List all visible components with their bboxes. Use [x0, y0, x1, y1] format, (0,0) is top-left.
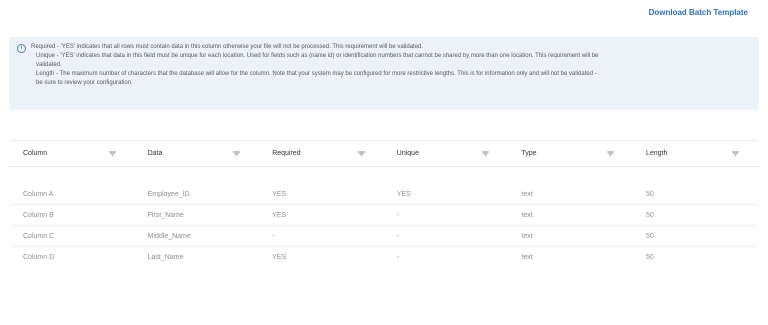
filter-icon[interactable]	[357, 151, 365, 157]
table-header-row: Column Data Required Unique Type Length	[10, 140, 758, 167]
cell-column: Column B	[23, 211, 54, 219]
info-unique-text-cont: validated.	[36, 62, 62, 68]
info-length-text: Length - The maximum number of character…	[36, 71, 597, 77]
cell-data: Last_Name	[147, 254, 184, 261]
header-length: Length	[633, 141, 758, 166]
batch-columns-table: Column Data Required Unique Type Length …	[10, 140, 758, 268]
filter-icon[interactable]	[731, 151, 739, 157]
cell-column: Column C	[23, 232, 55, 240]
header-unique: Unique	[384, 141, 509, 166]
cell-required: -	[272, 232, 275, 240]
cell-unique: -	[396, 211, 400, 219]
top-bar: Download Batch Template	[0, 0, 768, 24]
cell-data: Middle_Name	[147, 232, 191, 240]
cell-length: 50	[645, 232, 654, 240]
info-panel: i Required - 'YES' indicates that all ro…	[9, 37, 759, 110]
cell-length: 50	[645, 254, 654, 261]
cell-column: Column A	[23, 190, 54, 198]
cell-unique: YES	[396, 190, 411, 198]
header-label: Unique	[396, 150, 419, 157]
filter-icon[interactable]	[606, 151, 614, 157]
info-circle-icon: i	[17, 44, 26, 53]
cell-column: Column D	[23, 254, 55, 261]
cell-length: 50	[645, 190, 654, 198]
header-data: Data	[135, 141, 260, 166]
table-body: Column A Employee_ID YES YES text 50 Col…	[10, 167, 758, 268]
cell-unique: -	[396, 254, 400, 261]
cell-length: 50	[645, 211, 654, 219]
header-label: Column	[23, 150, 48, 157]
cell-data: Employee_ID	[147, 190, 190, 198]
header-column: Column	[10, 141, 135, 166]
cell-type: text	[521, 190, 533, 198]
filter-icon[interactable]	[482, 151, 490, 157]
header-required: Required	[259, 141, 384, 166]
table-row: Column A Employee_ID YES YES text 50	[10, 184, 758, 205]
info-length-text-cont: be sure to review your configuration.	[36, 80, 133, 86]
cell-type: text	[521, 232, 533, 240]
table-row: Column B First_Name YES - text 50	[10, 205, 758, 226]
header-type: Type	[508, 141, 633, 166]
cell-data: First_Name	[147, 211, 184, 219]
cell-type: text	[521, 211, 533, 219]
info-required-text: Required - 'YES' indicates that all rows…	[31, 44, 424, 50]
cell-unique: -	[396, 232, 400, 240]
table-row: Column D Last_Name YES - text 50	[10, 247, 758, 268]
filter-icon[interactable]	[233, 151, 241, 157]
info-unique-text: Unique - 'YES' indicates that data in th…	[36, 53, 599, 59]
cell-required: YES	[272, 211, 287, 219]
filter-icon[interactable]	[108, 151, 116, 157]
cell-required: YES	[272, 254, 287, 261]
cell-type: text	[521, 254, 533, 261]
header-label: Type	[521, 150, 537, 157]
table-row: Column C Middle_Name - - text 50	[10, 226, 758, 247]
download-batch-template-link[interactable]: Download Batch Template	[649, 8, 748, 17]
header-label: Length	[645, 150, 668, 157]
header-label: Required	[272, 150, 301, 157]
cell-required: YES	[272, 190, 287, 198]
header-label: Data	[147, 150, 163, 157]
